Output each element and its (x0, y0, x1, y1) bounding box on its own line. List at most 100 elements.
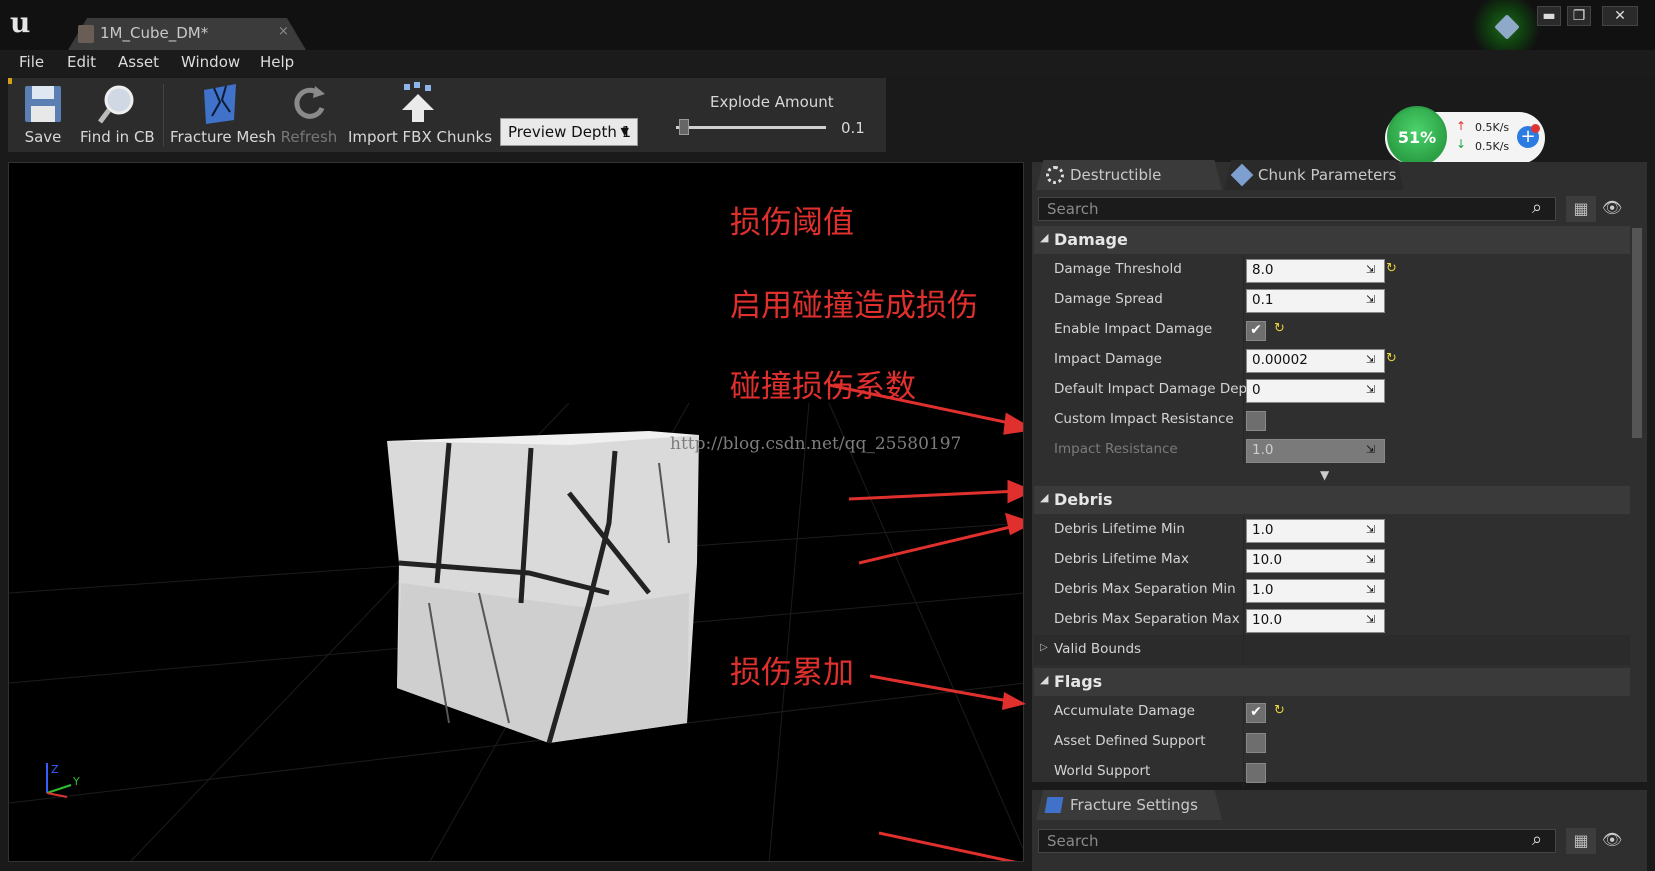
prop-divider (1243, 285, 1244, 315)
reset-to-default-icon[interactable]: ↻ (1386, 351, 1397, 366)
debris-max-separation-max-input[interactable]: 10.0 ⇲ (1246, 609, 1385, 633)
annotation-arrows (828, 383, 1023, 861)
prop-label: Valid Bounds (1054, 641, 1142, 657)
prop-divider (1243, 255, 1244, 285)
preview-depth-dropdown[interactable]: Preview Depth 1 ▼ (500, 118, 638, 146)
watermark-text: http://blog.csdn.net/qq_25580197 (670, 434, 962, 454)
menu-help[interactable]: Help (260, 53, 294, 71)
prop-label: Default Impact Damage Depth (1054, 381, 1261, 397)
asset-defined-support-checkbox[interactable] (1246, 733, 1266, 753)
annotation-enable-impact-damage: 启用碰撞造成损伤 (730, 288, 978, 324)
collapse-arrow-icon: ◢ (1040, 491, 1049, 504)
eye-visibility-icon[interactable]: 👁 (1602, 198, 1622, 217)
reset-to-default-icon[interactable]: ↻ (1386, 261, 1397, 276)
prop-label: Impact Damage (1054, 351, 1162, 367)
tab-close-icon[interactable]: × (278, 24, 289, 39)
details-scrollbar[interactable] (1632, 228, 1642, 438)
category-damage[interactable]: Damage (1034, 226, 1630, 254)
default-impact-damage-depth-value: 0 (1252, 382, 1261, 398)
prop-label: Debris Lifetime Max (1054, 551, 1189, 567)
prop-custom-impact-resistance: Custom Impact Resistance (1034, 405, 1630, 435)
fractured-cube (387, 431, 699, 744)
menu-edit[interactable]: Edit (67, 53, 96, 71)
prop-divider (1243, 697, 1244, 727)
view-options-grid-icon[interactable]: ▦ (1566, 196, 1596, 222)
explode-amount-slider-handle[interactable] (678, 119, 689, 135)
world-support-checkbox[interactable] (1246, 763, 1266, 783)
prop-debris-max-separation-max: Debris Max Separation Max 10.0 ⇲ (1034, 605, 1630, 635)
expand-arrow-icon: ▷ (1040, 642, 1048, 653)
eye-visibility-icon[interactable]: 👁 (1602, 830, 1622, 849)
reset-to-default-icon[interactable]: ↻ (1274, 703, 1285, 718)
collapse-arrow-icon: ◢ (1040, 231, 1049, 244)
document-tab-label: 1M_Cube_DM* (100, 24, 209, 42)
refresh-button[interactable]: Refresh (276, 78, 342, 152)
prop-divider (1243, 727, 1244, 757)
details-search-input[interactable]: Search (1038, 197, 1556, 221)
3d-viewport[interactable]: Z Y (8, 162, 1024, 862)
upload-rate: 0.5K/s (1475, 121, 1510, 134)
drag-value-icon: ⇲ (1366, 523, 1376, 536)
custom-impact-resistance-checkbox[interactable] (1246, 411, 1266, 431)
category-debris[interactable]: Debris (1034, 486, 1630, 514)
import-fbx-chunks-button[interactable]: Import FBX Chunks (348, 78, 493, 152)
damage-threshold-input[interactable]: 8.0 ⇲ (1246, 259, 1385, 283)
default-impact-damage-depth-input[interactable]: 0 ⇲ (1246, 379, 1385, 403)
fracture-mesh-icon (204, 84, 236, 124)
refresh-label: Refresh (280, 128, 338, 146)
prop-divider (1243, 435, 1244, 465)
menu-asset[interactable]: Asset (118, 53, 159, 71)
debris-max-separation-max-value: 10.0 (1252, 612, 1283, 628)
accumulate-damage-checkbox[interactable]: ✔ (1246, 703, 1266, 723)
refresh-icon (294, 86, 325, 119)
upload-arrow-icon: ↑ (1456, 119, 1467, 133)
save-button[interactable]: Save (12, 78, 74, 152)
search-icon: ⌕ (1532, 197, 1543, 218)
debris-lifetime-min-value: 1.0 (1252, 522, 1274, 538)
prop-divider (1243, 575, 1244, 605)
prop-label: Custom Impact Resistance (1054, 411, 1234, 427)
advanced-expand-icon[interactable]: ▼ (1320, 468, 1329, 482)
fracture-search-input[interactable]: Search (1038, 829, 1556, 853)
drag-value-icon: ⇲ (1366, 583, 1376, 596)
find-in-cb-button[interactable]: Find in CB (80, 78, 155, 152)
category-flags[interactable]: Flags (1034, 668, 1630, 696)
download-arrow-icon: ↓ (1456, 137, 1467, 151)
search-icon: ⌕ (1532, 829, 1543, 850)
restore-button[interactable]: ❐ (1567, 6, 1591, 26)
minimize-button[interactable]: ▬ (1537, 6, 1561, 26)
view-options-grid-icon[interactable]: ▦ (1566, 828, 1596, 854)
debris-lifetime-max-input[interactable]: 10.0 ⇲ (1246, 549, 1385, 573)
explode-amount-label: Explode Amount (710, 93, 834, 111)
enable-impact-damage-checkbox[interactable]: ✔ (1246, 321, 1266, 341)
reset-to-default-icon[interactable]: ↻ (1274, 321, 1285, 336)
close-window-button[interactable]: ✕ (1602, 6, 1638, 26)
drag-value-icon: ⇲ (1366, 353, 1376, 366)
find-in-cb-icon (98, 85, 134, 124)
menu-window[interactable]: Window (181, 53, 240, 71)
debris-max-separation-min-input[interactable]: 1.0 ⇲ (1246, 579, 1385, 603)
debris-lifetime-min-input[interactable]: 1.0 ⇲ (1246, 519, 1385, 543)
axis-y-label: Y (73, 775, 80, 788)
find-in-cb-label: Find in CB (80, 128, 155, 146)
annotation-damage-threshold: 损伤阈值 (730, 205, 854, 241)
fracture-mesh-button[interactable]: Fracture Mesh (170, 78, 276, 152)
notification-dot (1531, 124, 1540, 133)
menu-bar (0, 50, 1655, 76)
tab-chunk-parameters-label: Chunk Parameters (1258, 166, 1397, 184)
prop-label: Damage Threshold (1054, 261, 1182, 277)
menu-file[interactable]: File (19, 53, 44, 71)
prop-asset-defined-support: Asset Defined Support (1034, 727, 1630, 757)
prop-divider (1243, 405, 1244, 435)
explode-amount-slider[interactable] (676, 126, 826, 129)
damage-spread-input[interactable]: 0.1 ⇲ (1246, 289, 1385, 313)
prop-valid-bounds[interactable]: ▷ Valid Bounds (1034, 635, 1630, 665)
prop-divider (1243, 635, 1244, 665)
gear-icon (1046, 166, 1064, 184)
tab-fracture-settings[interactable]: Fracture Settings (1036, 790, 1222, 820)
annotation-accumulate-damage: 损伤累加 (730, 655, 854, 691)
import-fbx-chunks-label: Import FBX Chunks (348, 128, 493, 146)
prop-label: Impact Resistance (1054, 441, 1178, 457)
impact-resistance-input: 1.0 ⇲ (1246, 439, 1385, 463)
impact-damage-input[interactable]: 0.00002 ⇲ (1246, 349, 1385, 373)
